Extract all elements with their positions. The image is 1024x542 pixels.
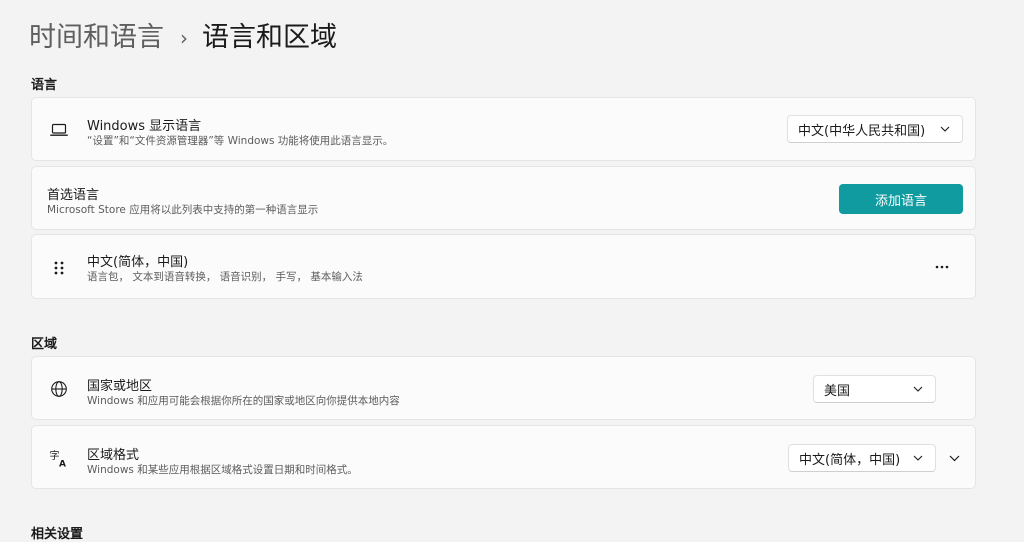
page-title: 语言和区域 [202, 22, 337, 53]
chevron-down-icon [934, 126, 956, 132]
country-region-description: Windows 和应用可能会根据你所在的国家或地区向你提供本地内容 [87, 395, 400, 407]
country-region-title: 国家或地区 [87, 379, 153, 394]
display-language-card: Windows 显示语言 “设置”和“文件资源管理器”等 Windows 功能将… [31, 97, 976, 161]
regional-format-description: Windows 和某些应用根据区域格式设置日期和时间格式。 [87, 464, 358, 476]
country-region-card: 国家或地区 Windows 和应用可能会根据你所在的国家或地区向你提供本地内容 … [31, 356, 976, 420]
language-item-features: 语言包， 文本到语音转换， 语音识别， 手写， 基本输入法 [87, 271, 363, 283]
breadcrumb-separator-icon: › [180, 26, 188, 50]
expand-chevron-icon[interactable] [942, 446, 966, 470]
display-language-title: Windows 显示语言 [87, 119, 202, 134]
preferred-languages-card: 首选语言 Microsoft Store 应用将以此列表中支持的第一种语言显示 … [31, 166, 976, 230]
display-language-dropdown[interactable]: 中文(中华人民共和国) [787, 115, 963, 143]
add-language-button[interactable]: 添加语言 [839, 184, 963, 214]
svg-text:字: 字 [50, 449, 60, 462]
svg-text:A: A [59, 460, 66, 469]
language-item-title: 中文(简体，中国) [87, 255, 189, 270]
laptop-icon [48, 119, 70, 141]
section-title-language: 语言 [31, 78, 58, 93]
globe-icon [48, 378, 70, 400]
country-region-dropdown[interactable]: 美国 [813, 375, 936, 403]
display-language-description: “设置”和“文件资源管理器”等 Windows 功能将使用此语言显示。 [87, 135, 394, 147]
regional-format-card[interactable]: 字 A 区域格式 Windows 和某些应用根据区域格式设置日期和时间格式。 中… [31, 425, 976, 489]
drag-handle-icon[interactable] [48, 257, 70, 279]
breadcrumb-parent[interactable]: 时间和语言 [29, 20, 164, 56]
chevron-down-icon [907, 455, 929, 461]
language-format-icon: 字 A [48, 447, 70, 469]
settings-page: 时间和语言 › 语言和区域 语言 Windows 显示语言 “设置”和“文件资源… [0, 0, 1024, 542]
regional-format-dropdown[interactable]: 中文(简体，中国) [788, 444, 936, 472]
preferred-languages-description: Microsoft Store 应用将以此列表中支持的第一种语言显示 [47, 204, 319, 216]
display-language-selected: 中文(中华人民共和国) [798, 123, 926, 139]
section-title-related: 相关设置 [31, 527, 84, 542]
breadcrumb: 时间和语言 › 语言和区域 [29, 20, 337, 56]
section-title-region: 区域 [31, 337, 58, 352]
more-options-icon[interactable] [930, 255, 954, 279]
regional-format-selected: 中文(简体，中国) [799, 452, 901, 468]
country-region-selected: 美国 [824, 383, 851, 399]
chevron-down-icon [907, 386, 929, 392]
preferred-languages-title: 首选语言 [47, 188, 100, 203]
language-item-card[interactable]: 中文(简体，中国) 语言包， 文本到语音转换， 语音识别， 手写， 基本输入法 [31, 234, 976, 299]
regional-format-title: 区域格式 [87, 448, 140, 463]
